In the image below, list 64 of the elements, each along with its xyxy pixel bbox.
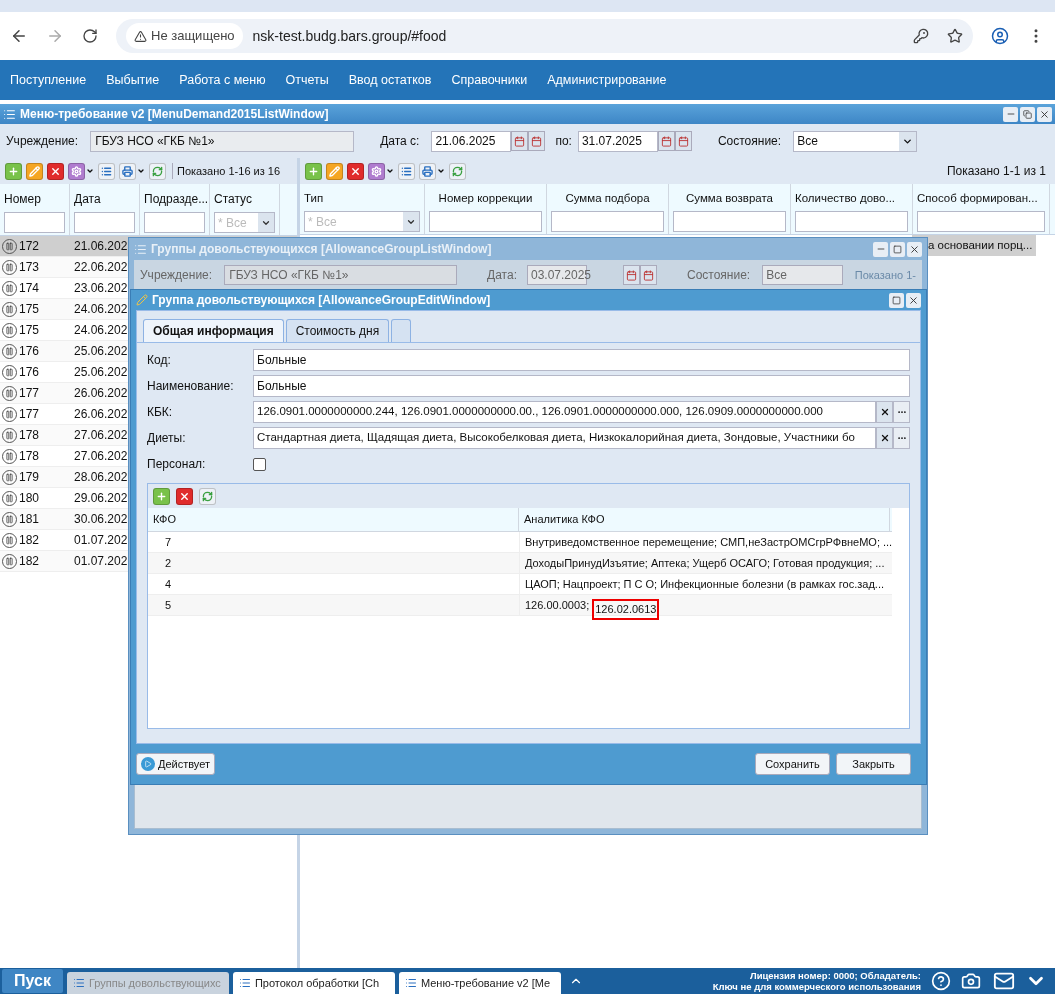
table-cell-text: 30.06.202 xyxy=(73,511,128,528)
table-cell-text: 181 xyxy=(19,511,40,528)
table-cell-text: 25.06.202 xyxy=(73,364,128,381)
table-cell-text: 173 xyxy=(19,259,40,276)
table-cell-text: 22.06.202 xyxy=(73,259,128,276)
paging-info: Показано 1- xyxy=(854,267,916,283)
table-cell-text: а основании порц... xyxy=(928,238,1033,254)
table-cell-text: Внутриведомственное перемещение; СМП,неЗастрОМСгрРФвнеМО; ... xyxy=(525,534,893,550)
table-cell-text: 175 xyxy=(19,301,40,318)
paging-info: Показано 1-1 из 1 xyxy=(946,163,1047,180)
table-cell-text: 24.06.202 xyxy=(73,322,128,339)
table-cell-text: 176 xyxy=(19,343,40,360)
table-cell-text: 4 xyxy=(164,576,173,592)
table-cell-text: 7 xyxy=(164,534,173,550)
field-label: Дата: xyxy=(487,267,517,284)
field-label: Диеты: xyxy=(147,430,187,447)
table-cell-text: 178 xyxy=(19,427,40,444)
table-cell-text: 29.06.202 xyxy=(73,490,128,507)
table-cell-text: 182 xyxy=(19,553,40,570)
institution-field: ГБУЗ НСО «ГКБ №1» xyxy=(224,265,458,285)
table-cell-text: 178 xyxy=(19,448,40,465)
field-label: Состояние: xyxy=(717,133,782,150)
table-cell-text: 27.06.202 xyxy=(73,427,128,444)
table-cell-text: 25.06.202 xyxy=(73,343,128,360)
window-title: Меню-требование v2 [MenuDemand2015ListWindow] xyxy=(20,106,330,123)
table-cell-text: 175 xyxy=(19,322,40,339)
table-cell-text: 2 xyxy=(164,555,173,571)
table-cell-text: 26.06.202 xyxy=(73,385,128,402)
table-cell-text: 5 xyxy=(164,597,173,613)
table-cell-text: 177 xyxy=(19,406,40,423)
table-cell-text: ЦАОП; Нацпроект; П С О; Инфекционные болезни (в рамках гос.зад... xyxy=(525,576,885,592)
table-cell-text: 126.00.0003; xyxy=(525,597,590,613)
field-label: Наименование: xyxy=(147,378,235,395)
field-label: Код: xyxy=(147,352,172,369)
table-cell-text: 174 xyxy=(19,280,40,297)
table-cell-text: 177 xyxy=(19,385,40,402)
table-cell-text: 23.06.202 xyxy=(73,280,128,297)
table-cell-text: 179 xyxy=(19,469,40,486)
window-title: Группа довольствующихся [AllowanceGroupEditWindow] xyxy=(152,292,492,309)
table-cell-text: 172 xyxy=(19,238,40,255)
paging-info: Показано 1-16 из 16 xyxy=(172,162,281,180)
field-label: Учреждение: xyxy=(6,133,79,150)
license-text: Лицензия номер: 0000; Обладатель: xyxy=(750,970,921,981)
table-cell-text: 182 xyxy=(19,532,40,549)
highlighted-value: 126.02.0613 xyxy=(592,598,660,620)
table-cell-text: 176 xyxy=(19,364,40,381)
table-cell-text: 01.07.202 xyxy=(73,553,128,570)
table-cell-text: 24.06.202 xyxy=(73,301,128,318)
window-title: Группы довольствующихся [AllowanceGroupListWindow] xyxy=(151,241,493,258)
field-label: КБК: xyxy=(147,404,174,421)
table-cell-text: 27.06.202 xyxy=(73,448,128,465)
field-label: Учреждение: xyxy=(140,267,213,284)
table-cell-text: 28.06.202 xyxy=(73,469,128,486)
field-label: Состояние: xyxy=(686,267,751,284)
table-cell-text: 26.06.202 xyxy=(73,406,128,423)
table-cell-text: ДоходыПринудИзъятие; Аптека; Ущерб ОСАГО; Готовая продукция; ... xyxy=(525,555,885,571)
table-cell-text: 21.06.202 xyxy=(73,238,128,255)
url-text: nsk-test.budg.bars.group/#food xyxy=(252,26,447,46)
table-cell-text: 01.07.202 xyxy=(73,532,128,549)
license-text: Ключ не для коммерческого использования xyxy=(712,981,921,992)
table-cell-text: 180 xyxy=(19,490,40,507)
field-label: по: xyxy=(555,133,572,150)
field-label: Дата с: xyxy=(380,133,420,150)
field-label: Персонал: xyxy=(147,456,207,473)
